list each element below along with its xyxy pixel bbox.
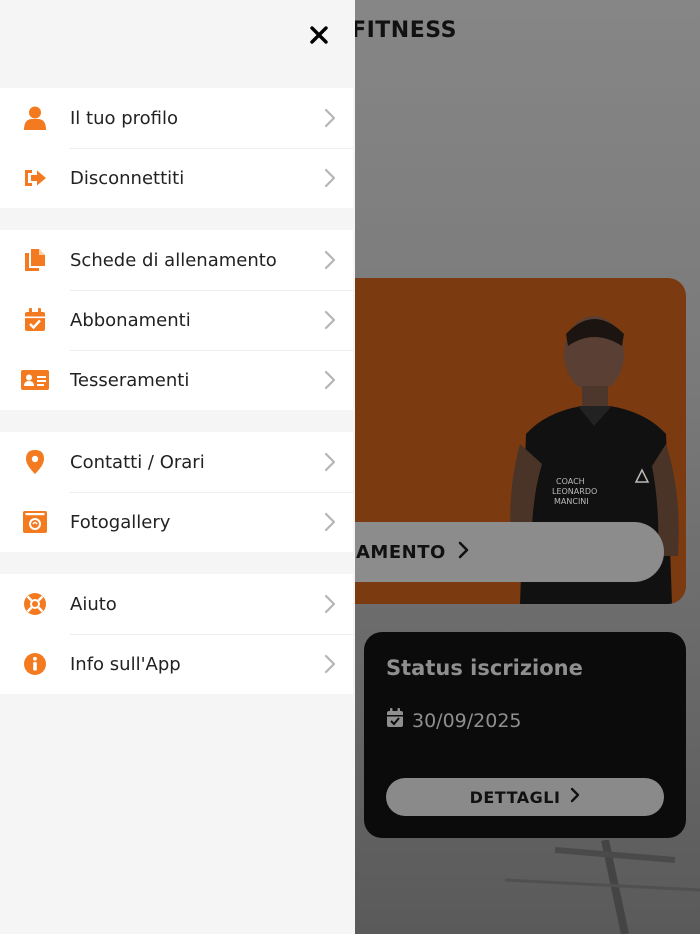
details-button-label: DETTAGLI <box>469 787 561 807</box>
copy-icon <box>21 247 49 273</box>
menu-item-workout-plans[interactable]: Schede di allenamento <box>0 230 353 290</box>
menu-item-label: Il tuo profilo <box>70 107 179 129</box>
menu-group-info: Contatti / Orari Fotogallery <box>0 432 353 552</box>
user-icon <box>21 105 49 131</box>
menu-item-subscriptions[interactable]: Abbonamenti <box>0 290 353 350</box>
menu-item-profile[interactable]: Il tuo profilo <box>0 88 353 148</box>
id-card-icon <box>21 367 49 393</box>
menu-group-account: Il tuo profilo Disconnettiti <box>0 88 353 208</box>
chevron-right-icon <box>324 310 336 330</box>
chevron-right-icon <box>458 540 470 564</box>
menu-item-photogallery[interactable]: Fotogallery <box>0 492 353 552</box>
menu-item-contacts[interactable]: Contatti / Orari <box>0 432 353 492</box>
menu-group-help: Aiuto Info sull'App <box>0 574 353 694</box>
photo-icon <box>21 509 49 535</box>
chevron-right-icon <box>570 787 580 807</box>
svg-text:LEONARDO: LEONARDO <box>552 487 597 496</box>
chevron-right-icon <box>324 370 336 390</box>
menu-item-help[interactable]: Aiuto <box>0 574 353 634</box>
calendar-check-icon <box>21 307 49 333</box>
chevron-right-icon <box>324 654 336 674</box>
menu-item-label: Abbonamenti <box>70 309 191 331</box>
menu-item-label: Tesseramenti <box>70 369 190 391</box>
svg-text:MANCINI: MANCINI <box>554 497 589 506</box>
chevron-right-icon <box>324 452 336 472</box>
menu-item-label: Disconnettiti <box>70 167 185 189</box>
menu-item-label: Aiuto <box>70 593 117 615</box>
info-icon <box>21 651 49 677</box>
status-card: Status iscrizione 30/09/2025 DETTAGLI <box>364 632 686 838</box>
menu-item-logout[interactable]: Disconnettiti <box>0 148 353 208</box>
chevron-right-icon <box>324 512 336 532</box>
close-icon[interactable] <box>310 26 328 44</box>
map-marker-icon <box>21 449 49 475</box>
calendar-check-icon <box>386 708 404 733</box>
lifebuoy-icon <box>21 591 49 617</box>
chevron-right-icon <box>324 108 336 128</box>
background-gym-image <box>504 840 700 934</box>
status-date-row: 30/09/2025 <box>386 708 664 733</box>
close-button[interactable] <box>304 20 334 50</box>
menu-item-label: Contatti / Orari <box>70 451 205 473</box>
menu-item-label: Schede di allenamento <box>70 249 277 271</box>
menu-item-label: Fotogallery <box>70 511 171 533</box>
menu-item-memberships[interactable]: Tesseramenti <box>0 350 353 410</box>
menu-item-app-info[interactable]: Info sull'App <box>0 634 353 694</box>
details-button: DETTAGLI <box>386 778 664 816</box>
hero-cta-label: AMENTO <box>356 541 446 563</box>
sign-out-icon <box>21 165 49 191</box>
menu-item-label: Info sull'App <box>70 653 181 675</box>
status-title: Status iscrizione <box>386 656 583 680</box>
status-date-value: 30/09/2025 <box>412 709 522 732</box>
chevron-right-icon <box>324 250 336 270</box>
navigation-drawer: Il tuo profilo Disconnettiti Schede di a… <box>0 0 355 934</box>
svg-text:COACH: COACH <box>556 477 585 486</box>
chevron-right-icon <box>324 168 336 188</box>
chevron-right-icon <box>324 594 336 614</box>
menu-group-training: Schede di allenamento Abbonamenti Tesser… <box>0 230 353 410</box>
